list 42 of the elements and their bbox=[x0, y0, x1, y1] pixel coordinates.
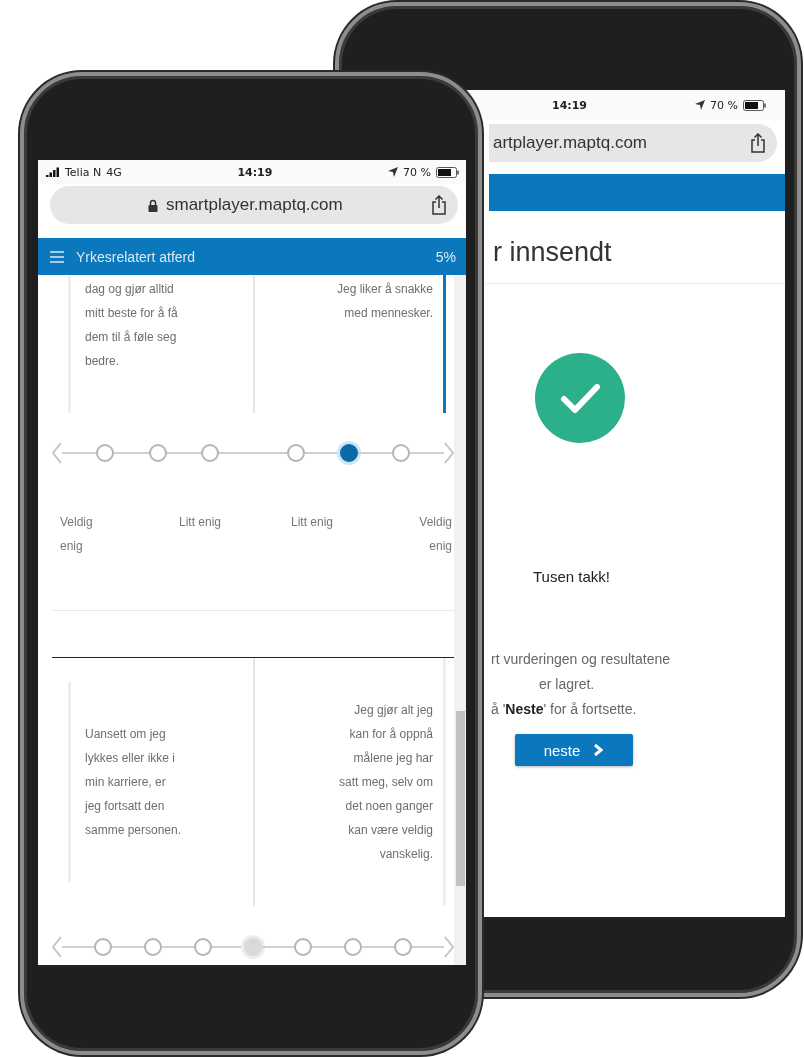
lock-icon bbox=[148, 198, 158, 212]
statement-text[interactable]: Uansett om jeg lykkes eller ikke i min karriere, er jeg fortsatt den samme personen. bbox=[68, 682, 185, 883]
scrollbar-thumb[interactable] bbox=[455, 711, 465, 886]
share-icon[interactable] bbox=[432, 195, 446, 215]
message-text: å 'Neste' for å fortsette. bbox=[491, 700, 637, 719]
location-arrow-icon bbox=[695, 100, 706, 110]
signal-icon bbox=[46, 167, 60, 177]
carrier-text: Telia N bbox=[65, 165, 102, 179]
network-text: 4G bbox=[106, 165, 122, 179]
battery-icon bbox=[743, 99, 767, 111]
page-title: r innsendt bbox=[493, 236, 612, 268]
status-time: 14:19 bbox=[552, 98, 587, 112]
chevron-left-icon[interactable] bbox=[52, 935, 62, 958]
message-text: er lagret. bbox=[539, 675, 595, 694]
chevron-right-icon bbox=[592, 743, 605, 757]
location-arrow-icon bbox=[388, 167, 399, 177]
battery-percent: 70 % bbox=[710, 98, 738, 112]
share-icon[interactable] bbox=[751, 133, 765, 153]
scale-label: Veldig enig bbox=[60, 513, 94, 555]
menu-icon[interactable] bbox=[50, 250, 64, 263]
progress-percent: 5% bbox=[435, 248, 456, 265]
chevron-right-icon[interactable] bbox=[444, 442, 454, 465]
message-text: rt vurderingen og resultatene bbox=[491, 650, 670, 669]
battery-percent: 70 % bbox=[403, 165, 431, 179]
statement-text[interactable]: Jeg liker å snakke med mennesker. bbox=[335, 275, 446, 413]
address-bar[interactable]: artplayer.maptq.com bbox=[489, 124, 777, 162]
scrollbar[interactable] bbox=[454, 275, 466, 965]
thanks-text: Tusen takk! bbox=[533, 568, 611, 585]
statement-text[interactable]: dag og gjør alltid mitt beste for å få dem til å føle seg bedre. bbox=[68, 275, 185, 413]
scale-label: Litt enig bbox=[290, 513, 334, 531]
scale-option[interactable] bbox=[339, 444, 358, 463]
section-title: Yrkesrelatert atferd bbox=[76, 248, 197, 265]
next-button[interactable]: neste bbox=[515, 734, 633, 766]
success-check-icon bbox=[535, 353, 625, 443]
address-bar[interactable]: smartplayer.maptq.com bbox=[50, 186, 458, 224]
chevron-left-icon[interactable] bbox=[52, 442, 62, 465]
scale-label: Veldig enig bbox=[418, 513, 452, 555]
status-time: 14:19 bbox=[237, 165, 273, 179]
battery-icon bbox=[436, 166, 460, 178]
statement-text[interactable]: Jeg gjør alt jeg kan for å oppnå målene jeg har satt meg, selv om det noen ganger kan være veldig vanskelig. bbox=[335, 658, 446, 907]
scale-label: Litt enig bbox=[178, 513, 222, 531]
chevron-right-icon[interactable] bbox=[444, 935, 454, 958]
